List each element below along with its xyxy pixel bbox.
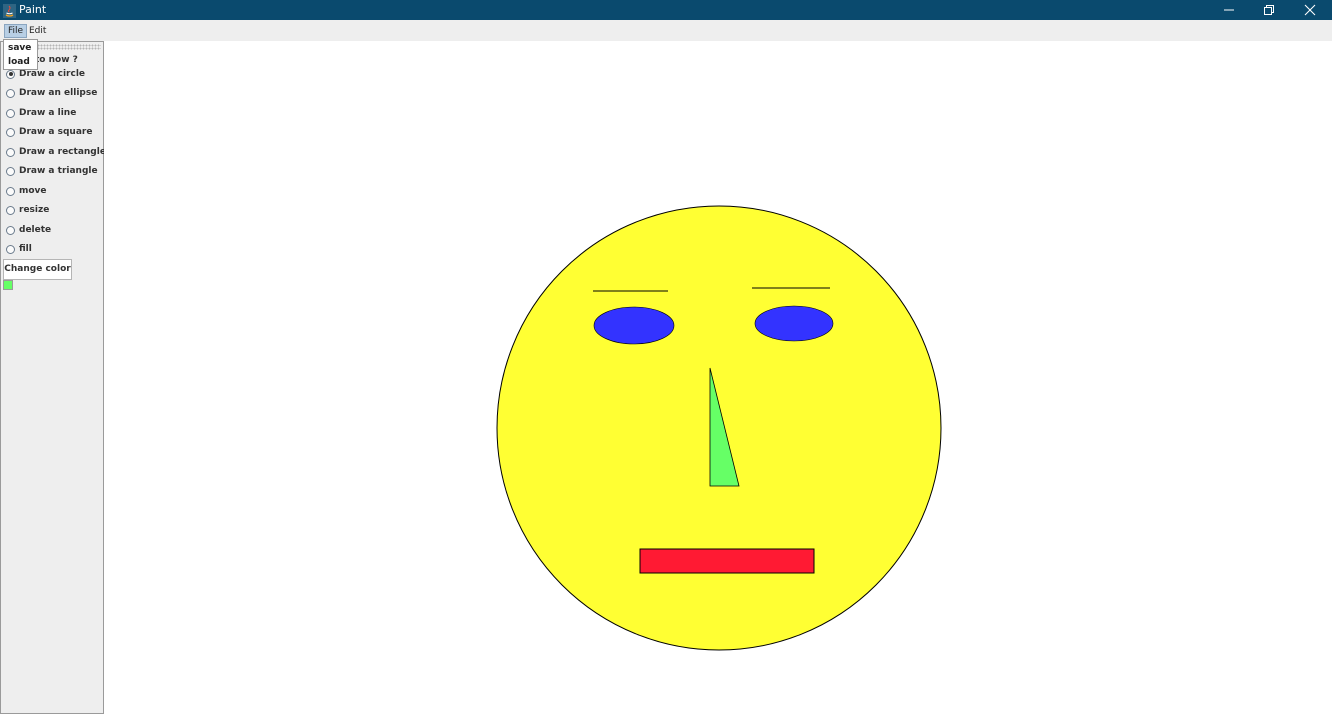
tool-panel: to now ? Draw a circle Draw an ellipse D… xyxy=(0,41,106,714)
tool-label: Draw a triangle xyxy=(19,166,98,176)
tool-draw-ellipse[interactable]: Draw an ellipse xyxy=(6,86,97,100)
change-color-button[interactable]: Change color xyxy=(3,259,72,280)
left-eye-ellipse[interactable] xyxy=(593,306,675,345)
tool-label: resize xyxy=(19,205,50,215)
tool-resize[interactable]: resize xyxy=(6,203,49,217)
restore-button[interactable] xyxy=(1247,0,1291,20)
radio-button[interactable] xyxy=(6,186,15,196)
tool-label: delete xyxy=(19,225,52,235)
radio-button[interactable] xyxy=(6,127,15,137)
minimize-icon xyxy=(1224,9,1234,11)
mouth-rectangle[interactable] xyxy=(639,548,815,574)
tool-draw-square[interactable]: Draw a square xyxy=(6,125,92,139)
menu-bar: File Edit xyxy=(0,20,1332,41)
close-button[interactable] xyxy=(1288,0,1332,20)
tool-fill[interactable]: fill xyxy=(6,242,32,256)
radio-button[interactable] xyxy=(6,205,15,215)
tool-label: Draw a circle xyxy=(19,69,86,79)
minimize-button[interactable] xyxy=(1207,0,1251,20)
tool-label: fill xyxy=(19,244,32,254)
menu-file[interactable]: File xyxy=(4,24,28,38)
java-app-icon xyxy=(3,3,16,18)
menu-edit[interactable]: Edit xyxy=(26,24,49,38)
window-title: Paint xyxy=(19,3,47,16)
close-icon xyxy=(1304,4,1316,16)
radio-button[interactable] xyxy=(6,244,15,254)
current-color-swatch xyxy=(3,280,13,290)
radio-button[interactable] xyxy=(6,225,15,235)
tool-move[interactable]: move xyxy=(6,184,47,198)
tool-label: Draw a rectangle xyxy=(19,147,106,157)
menu-item-save[interactable]: save xyxy=(8,42,31,54)
canvas-drawing xyxy=(496,205,942,651)
restore-icon xyxy=(1264,5,1274,15)
tool-label: move xyxy=(19,186,47,196)
radio-button[interactable] xyxy=(6,69,15,79)
radio-button[interactable] xyxy=(6,147,15,157)
radio-button[interactable] xyxy=(6,88,15,98)
tool-delete[interactable]: delete xyxy=(6,223,51,237)
right-eye-ellipse[interactable] xyxy=(754,305,834,342)
tool-label: Draw a line xyxy=(19,108,77,118)
radio-button[interactable] xyxy=(6,108,15,118)
tool-label: Draw an ellipse xyxy=(19,88,98,98)
menu-item-load[interactable]: load xyxy=(8,56,30,68)
tool-question-label: to now ? xyxy=(35,55,78,65)
radio-button[interactable] xyxy=(6,166,15,176)
tool-draw-rectangle[interactable]: Draw a rectangle xyxy=(6,145,106,159)
tool-draw-line[interactable]: Draw a line xyxy=(6,106,76,120)
tool-draw-triangle[interactable]: Draw a triangle xyxy=(6,164,98,178)
drawing-canvas[interactable] xyxy=(104,41,1332,714)
toolbar-grip[interactable] xyxy=(37,44,101,50)
tool-label: Draw a square xyxy=(19,127,93,137)
title-bar: Paint xyxy=(0,0,1332,20)
file-menu-dropdown: save load xyxy=(3,39,38,70)
